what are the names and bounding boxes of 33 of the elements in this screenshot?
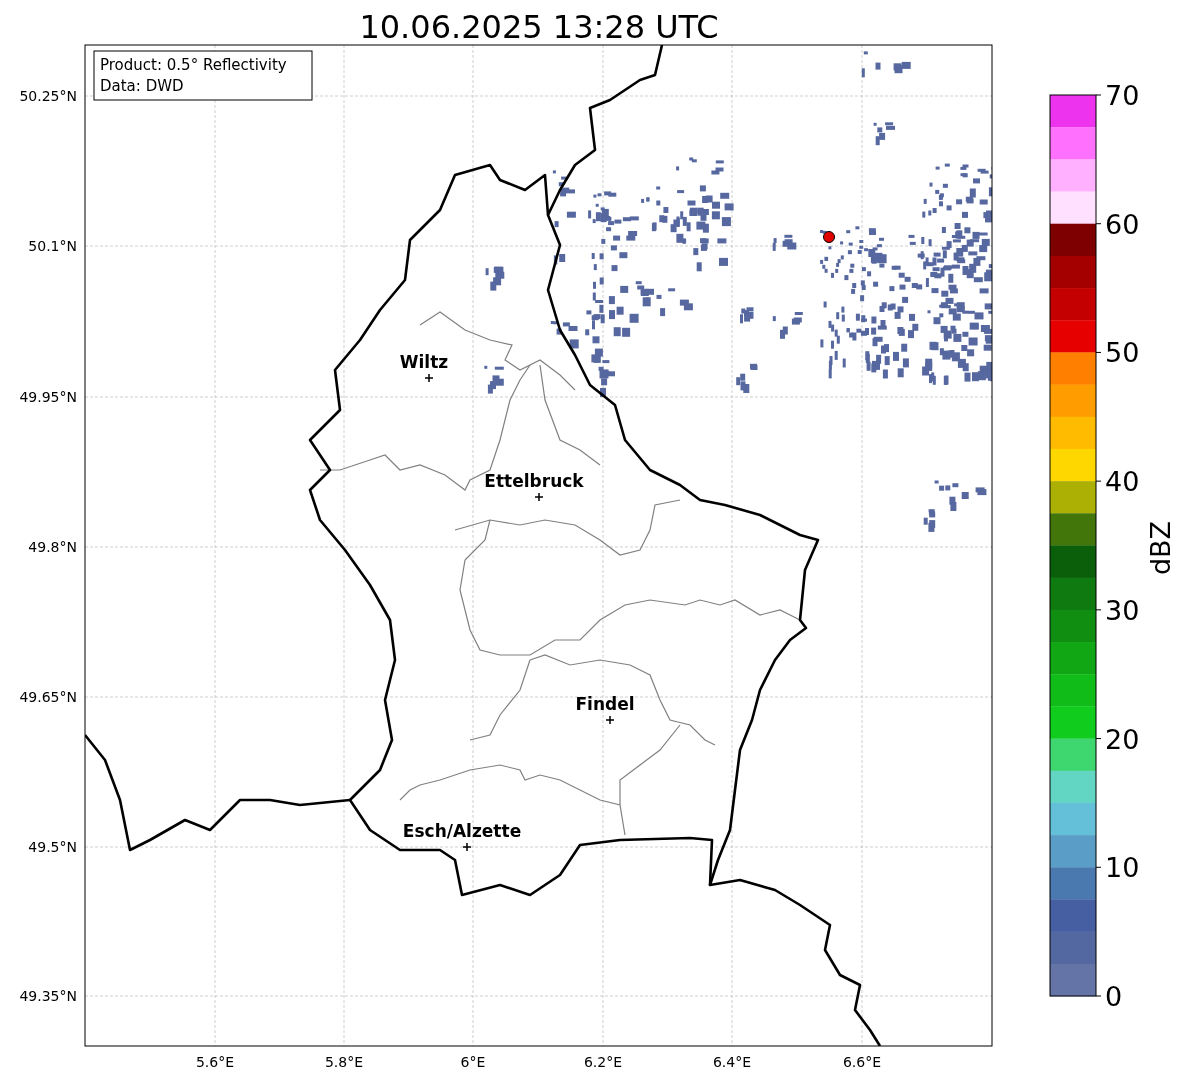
city-label: Ettelbruck	[484, 471, 584, 491]
latitude-label: 50.1°N	[28, 238, 77, 254]
city-label: Findel	[575, 694, 635, 714]
colorbar-tick-label: 30	[1105, 594, 1140, 626]
city-marker-icon	[605, 715, 615, 725]
latitude-label: 49.5°N	[28, 839, 77, 855]
colorbar-tick-label: 60	[1105, 208, 1140, 240]
city-marker-icon	[534, 492, 544, 502]
colorbar-tick-label: 10	[1105, 852, 1140, 884]
longitude-label: 5.8°E	[324, 1054, 364, 1070]
longitude-label: 6.6°E	[842, 1054, 882, 1070]
latitude-label: 49.35°N	[19, 988, 77, 1004]
latitude-label: 50.25°N	[19, 88, 77, 104]
latitude-label: 49.65°N	[19, 689, 77, 705]
longitude-label: 6.4°E	[712, 1054, 752, 1070]
latitude-label: 49.8°N	[28, 539, 77, 555]
longitude-label: 6°E	[460, 1054, 486, 1070]
radar-site-marker	[823, 231, 835, 243]
colorbar-tick-label: 50	[1105, 337, 1140, 369]
longitude-label: 5.6°E	[195, 1054, 235, 1070]
colorbar-title: dBZ	[1145, 520, 1176, 576]
info-box: Product: 0.5° Reflectivity Data: DWD	[93, 50, 313, 101]
city-label: Esch/Alzette	[402, 821, 522, 841]
colorbar-tick-label: 70	[1105, 80, 1140, 111]
longitude-label: 6.2°E	[583, 1054, 623, 1070]
city-marker-icon	[462, 842, 472, 852]
city-marker-icon	[424, 373, 434, 383]
colorbar-tick-label: 0	[1105, 981, 1123, 1012]
chart-title: 10.06.2025 13:28 UTC	[359, 8, 719, 46]
latitude-label: 49.95°N	[19, 389, 77, 405]
colorbar-tick-label: 40	[1105, 466, 1140, 498]
city-label: Wiltz	[399, 352, 449, 372]
colorbar-tick-label: 20	[1105, 723, 1140, 755]
